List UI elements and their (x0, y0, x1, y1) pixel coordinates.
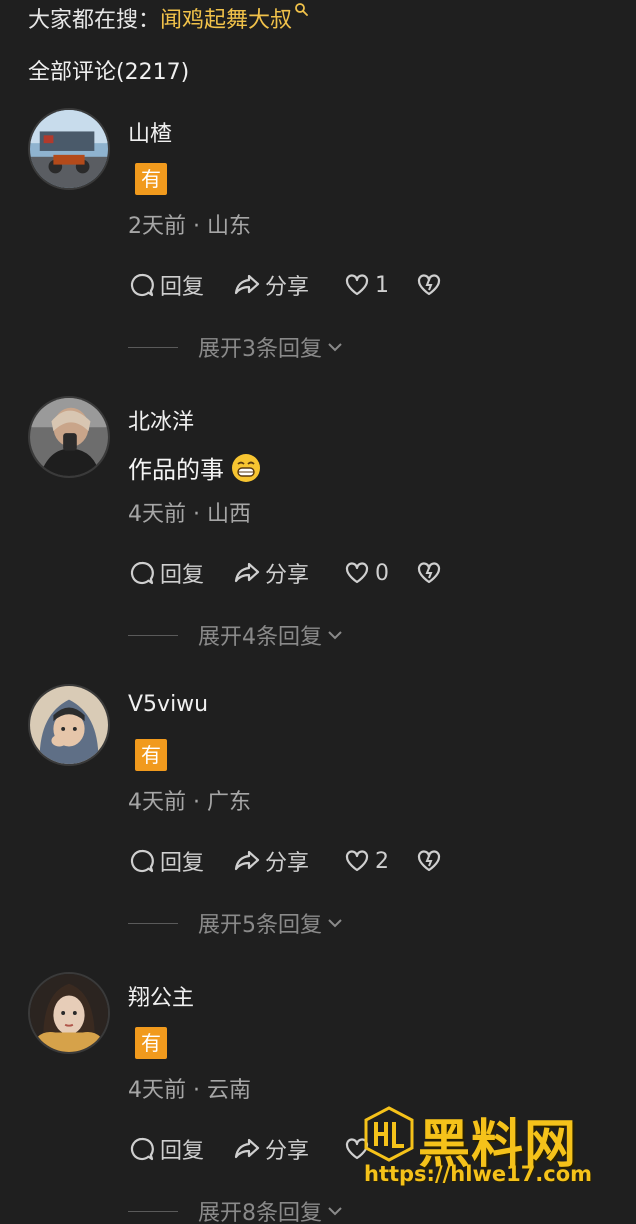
share-label: 分享 (265, 851, 310, 876)
comments-count-header: 全部评论(2217) (28, 60, 190, 85)
comments-page: 大家都在搜： 闻鸡起舞大叔 全部评论(2217) 山楂 有 2天前 · 山东 回… (0, 0, 636, 1224)
comment-badge: 有 (135, 739, 167, 771)
expand-replies[interactable]: 展开3条回复 (128, 332, 344, 362)
like-count: 2 (375, 848, 389, 874)
comment-item: 山楂 有 2天前 · 山东 回复 分享 1 展开3条回复 (0, 108, 636, 396)
divider-line (128, 634, 178, 636)
comment-meta: 4天前 · 云南 (128, 1078, 251, 1103)
heart-icon (345, 850, 369, 872)
share-button[interactable]: 分享 (233, 845, 343, 877)
chevron-down-icon (328, 343, 342, 352)
avatar-image (30, 398, 108, 476)
share-button[interactable]: 分享 (233, 1133, 343, 1165)
divider-line (128, 922, 178, 924)
avatar[interactable] (28, 396, 110, 478)
watermark-url: https://hlwe17.com (364, 1162, 593, 1186)
chevron-down-icon (328, 1207, 342, 1216)
avatar-image (30, 974, 108, 1052)
chevron-down-icon (328, 631, 342, 640)
reply-button[interactable]: 回复 (128, 845, 233, 877)
share-icon (234, 562, 260, 583)
share-label: 分享 (265, 563, 310, 588)
expand-replies[interactable]: 展开4条回复 (128, 620, 344, 650)
expand-replies-label: 展开8条回复 (198, 1201, 322, 1224)
reply-label: 回复 (160, 851, 205, 876)
reply-button[interactable]: 回复 (128, 1133, 233, 1165)
reply-icon (130, 273, 154, 297)
username[interactable]: 翔公主 (128, 980, 194, 1012)
reply-button[interactable]: 回复 (128, 557, 233, 589)
like-button[interactable]: 2 (343, 847, 415, 875)
heart-icon (345, 274, 369, 296)
watermark-logo-icon (364, 1106, 414, 1162)
dislike-button[interactable] (415, 847, 455, 875)
like-count: 1 (375, 272, 389, 298)
dislike-button[interactable] (415, 271, 455, 299)
broken-heart-icon (417, 562, 441, 584)
like-button[interactable]: 0 (343, 559, 415, 587)
like-button[interactable]: 1 (343, 271, 415, 299)
username[interactable]: 山楂 (128, 116, 172, 148)
chevron-down-icon (328, 919, 342, 928)
share-button[interactable]: 分享 (233, 269, 343, 301)
reply-icon (130, 849, 154, 873)
search-query-link[interactable]: 闻鸡起舞大叔 (160, 2, 292, 34)
search-prefix: 大家都在搜： (28, 8, 161, 33)
username[interactable]: 北冰洋 (128, 404, 194, 436)
reply-label: 回复 (160, 1139, 205, 1164)
share-label: 分享 (265, 1139, 310, 1164)
username[interactable]: V5viwu (128, 692, 208, 717)
expand-replies[interactable]: 展开8条回复 (128, 1196, 344, 1224)
comment-text-content: 作品的事 (128, 456, 224, 484)
comment-meta: 4天前 · 广东 (128, 790, 251, 815)
like-count: 0 (375, 560, 389, 586)
avatar-image (30, 110, 108, 188)
comment-meta: 2天前 · 山东 (128, 214, 251, 239)
avatar-image (30, 686, 108, 764)
comment-meta: 4天前 · 山西 (128, 502, 251, 527)
comment-actions: 回复 分享 2 (128, 844, 455, 878)
reply-icon (130, 561, 154, 585)
watermark: 黑料网 https://hlwe17.com (358, 1104, 608, 1190)
comment-actions: 回复 分享 0 (128, 556, 455, 590)
expand-replies-label: 展开4条回复 (198, 625, 322, 650)
broken-heart-icon (417, 274, 441, 296)
share-icon (234, 1138, 260, 1159)
comment-badge: 有 (135, 1027, 167, 1059)
share-label: 分享 (265, 275, 310, 300)
heart-icon (345, 562, 369, 584)
reply-icon (130, 1137, 154, 1161)
broken-heart-icon (417, 850, 441, 872)
avatar[interactable] (28, 684, 110, 766)
dislike-button[interactable] (415, 559, 455, 587)
divider-line (128, 346, 178, 348)
comment-badge: 有 (135, 163, 167, 195)
divider-line (128, 1210, 178, 1212)
comment-item: V5viwu 有 4天前 · 广东 回复 分享 2 展开5条回复 (0, 684, 636, 972)
search-suggestion[interactable]: 大家都在搜： 闻鸡起舞大叔 (28, 2, 308, 34)
avatar[interactable] (28, 108, 110, 190)
reply-label: 回复 (160, 275, 205, 300)
share-icon (234, 274, 260, 295)
reply-label: 回复 (160, 563, 205, 588)
comment-item: 北冰洋 作品的事 4天前 · 山西 回复 分享 0 展开4条回复 (0, 396, 636, 684)
expand-replies-label: 展开3条回复 (198, 337, 322, 362)
comment-actions: 回复 分享 1 (128, 268, 455, 302)
search-icon (295, 3, 308, 16)
reply-button[interactable]: 回复 (128, 269, 233, 301)
expand-replies-label: 展开5条回复 (198, 913, 322, 938)
share-icon (234, 850, 260, 871)
share-button[interactable]: 分享 (233, 557, 343, 589)
comment-text: 作品的事 (128, 450, 262, 485)
expand-replies[interactable]: 展开5条回复 (128, 908, 344, 938)
avatar[interactable] (28, 972, 110, 1054)
grinning-emoji-icon (232, 453, 260, 482)
